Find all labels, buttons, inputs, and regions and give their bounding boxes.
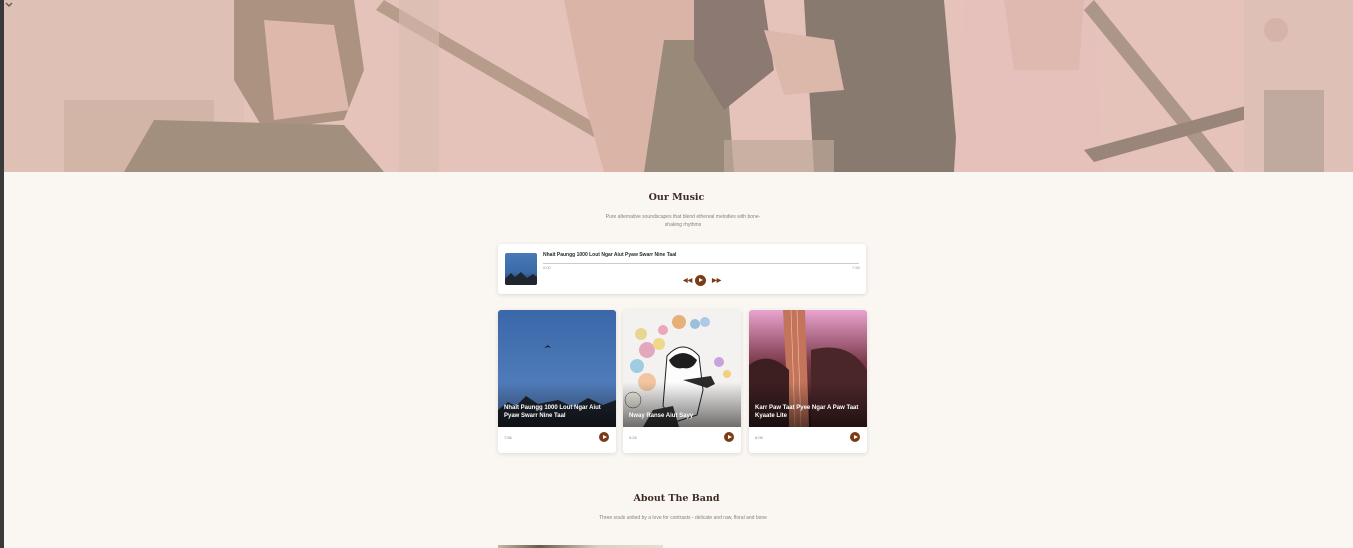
hero-banner [4,0,1353,172]
track-cover: Nhait Paungg 1000 Lout Ngar Aiut Pyaw Sw… [498,310,616,427]
fast-forward-icon[interactable]: ▶▶ [712,277,721,284]
track-cover: Karr Paw Taat Pyee Ngar A Paw Taat Kyaat… [749,310,867,427]
track-cover: Nway Ranse Aiut Sayy [623,310,741,427]
player-current-time: 0:00 [543,265,551,270]
player-track-title: Nhait Paungg 1000 Lout Ngar Aiut Pyaw Sw… [543,252,677,258]
track-title: Nhait Paungg 1000 Lout Ngar Aiut Pyaw Sw… [504,405,601,419]
audio-player: Nhait Paungg 1000 Lout Ngar Aiut Pyaw Sw… [498,244,866,294]
track-duration: 7:56 [504,435,512,440]
track-duration: 6:05 [755,435,763,440]
track-card[interactable]: Nhait Paungg 1000 Lout Ngar Aiut Pyaw Sw… [498,310,616,453]
track-duration: 5:24 [629,435,637,440]
track-title: Nway Ranse Aiut Sayy [629,413,694,419]
track-play-button[interactable] [850,432,860,442]
about-section-subtitle: Three souls united by a love for contras… [599,515,767,521]
music-section-subtitle: Pure alternative soundscapes that blend … [605,214,761,228]
hero-overlay [4,0,1353,172]
track-card[interactable]: Karr Paw Taat Pyee Ngar A Paw Taat Kyaat… [749,310,867,453]
music-section-title: Our Music [648,192,705,203]
player-cover-art [505,253,537,285]
player-total-time: 7:56 [852,265,860,270]
player-progress-bar[interactable] [543,263,859,264]
chevron-down-icon[interactable] [4,0,14,10]
track-play-button[interactable] [599,432,609,442]
about-section-title: About The Band [633,493,720,504]
track-title: Karr Paw Taat Pyee Ngar A Paw Taat Kyaat… [755,405,859,419]
track-play-button[interactable] [724,432,734,442]
player-play-button[interactable] [695,275,706,286]
track-card[interactable]: Nway Ranse Aiut Sayy 5:24 [623,310,741,453]
rewind-icon[interactable]: ◀◀ [683,277,692,284]
